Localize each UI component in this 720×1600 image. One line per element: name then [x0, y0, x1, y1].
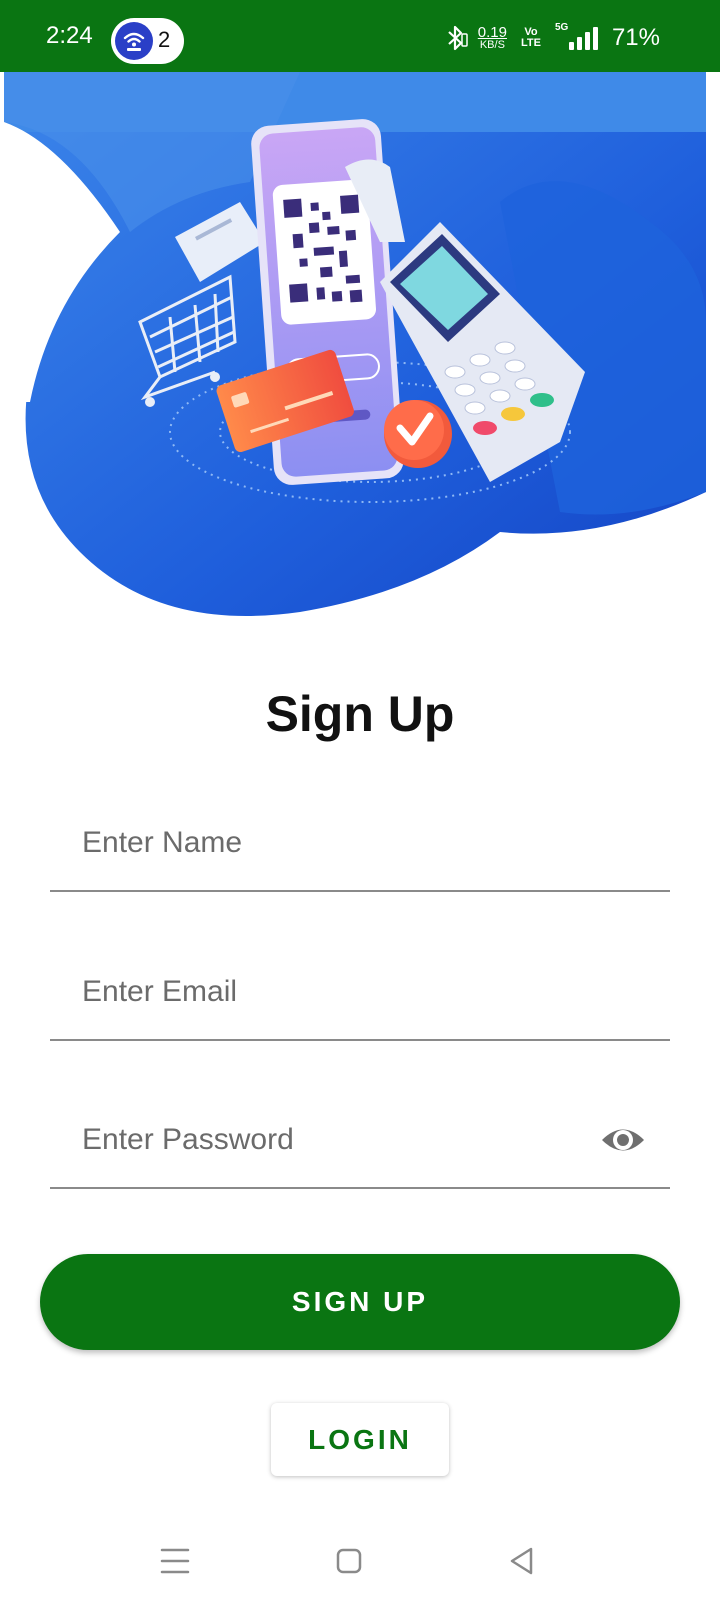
password-field — [50, 1089, 670, 1189]
status-time: 2:24 — [46, 22, 93, 49]
navigation-bar — [0, 1520, 720, 1600]
signal-bar — [584, 32, 590, 50]
name-field — [50, 792, 670, 892]
network-type: 5G — [554, 22, 569, 33]
menu-icon[interactable] — [150, 1536, 200, 1586]
hotspot-icon — [115, 22, 153, 60]
signal-bar — [592, 27, 598, 50]
status-bar: 2:24 2 0.19 KB/S Vo LTE 5G 71% — [0, 0, 720, 72]
volte-indicator: Vo LTE — [521, 27, 541, 49]
page-title: Sign Up — [265, 686, 455, 742]
login-button[interactable]: LOGIN — [271, 1403, 449, 1476]
battery-level: 71% — [611, 24, 660, 51]
mobile-payment-illustration — [4, 72, 706, 616]
home-icon[interactable] — [324, 1536, 374, 1586]
email-input[interactable] — [82, 967, 602, 1017]
email-field — [50, 941, 670, 1041]
signal-icon: 5G — [555, 22, 598, 50]
password-input[interactable] — [82, 1115, 602, 1165]
signal-bar — [576, 37, 582, 50]
hotspot-count: 2 — [158, 27, 171, 52]
hero-illustration — [0, 72, 720, 632]
status-icons: 0.19 KB/S Vo LTE 5G 71% — [446, 18, 660, 58]
volte-bottom: LTE — [520, 37, 541, 49]
bluetooth-icon — [448, 25, 468, 51]
eye-icon[interactable] — [600, 1117, 646, 1163]
network-speed-unit: KB/S — [479, 39, 505, 51]
signal-bar — [568, 42, 574, 50]
network-speed-value: 0.19 — [477, 24, 507, 41]
hotspot-indicator[interactable]: 2 — [111, 18, 184, 64]
network-speed: 0.19 KB/S — [478, 25, 507, 51]
back-icon[interactable] — [497, 1536, 547, 1586]
name-input[interactable] — [82, 818, 602, 868]
signup-button[interactable]: SIGN UP — [40, 1254, 680, 1350]
